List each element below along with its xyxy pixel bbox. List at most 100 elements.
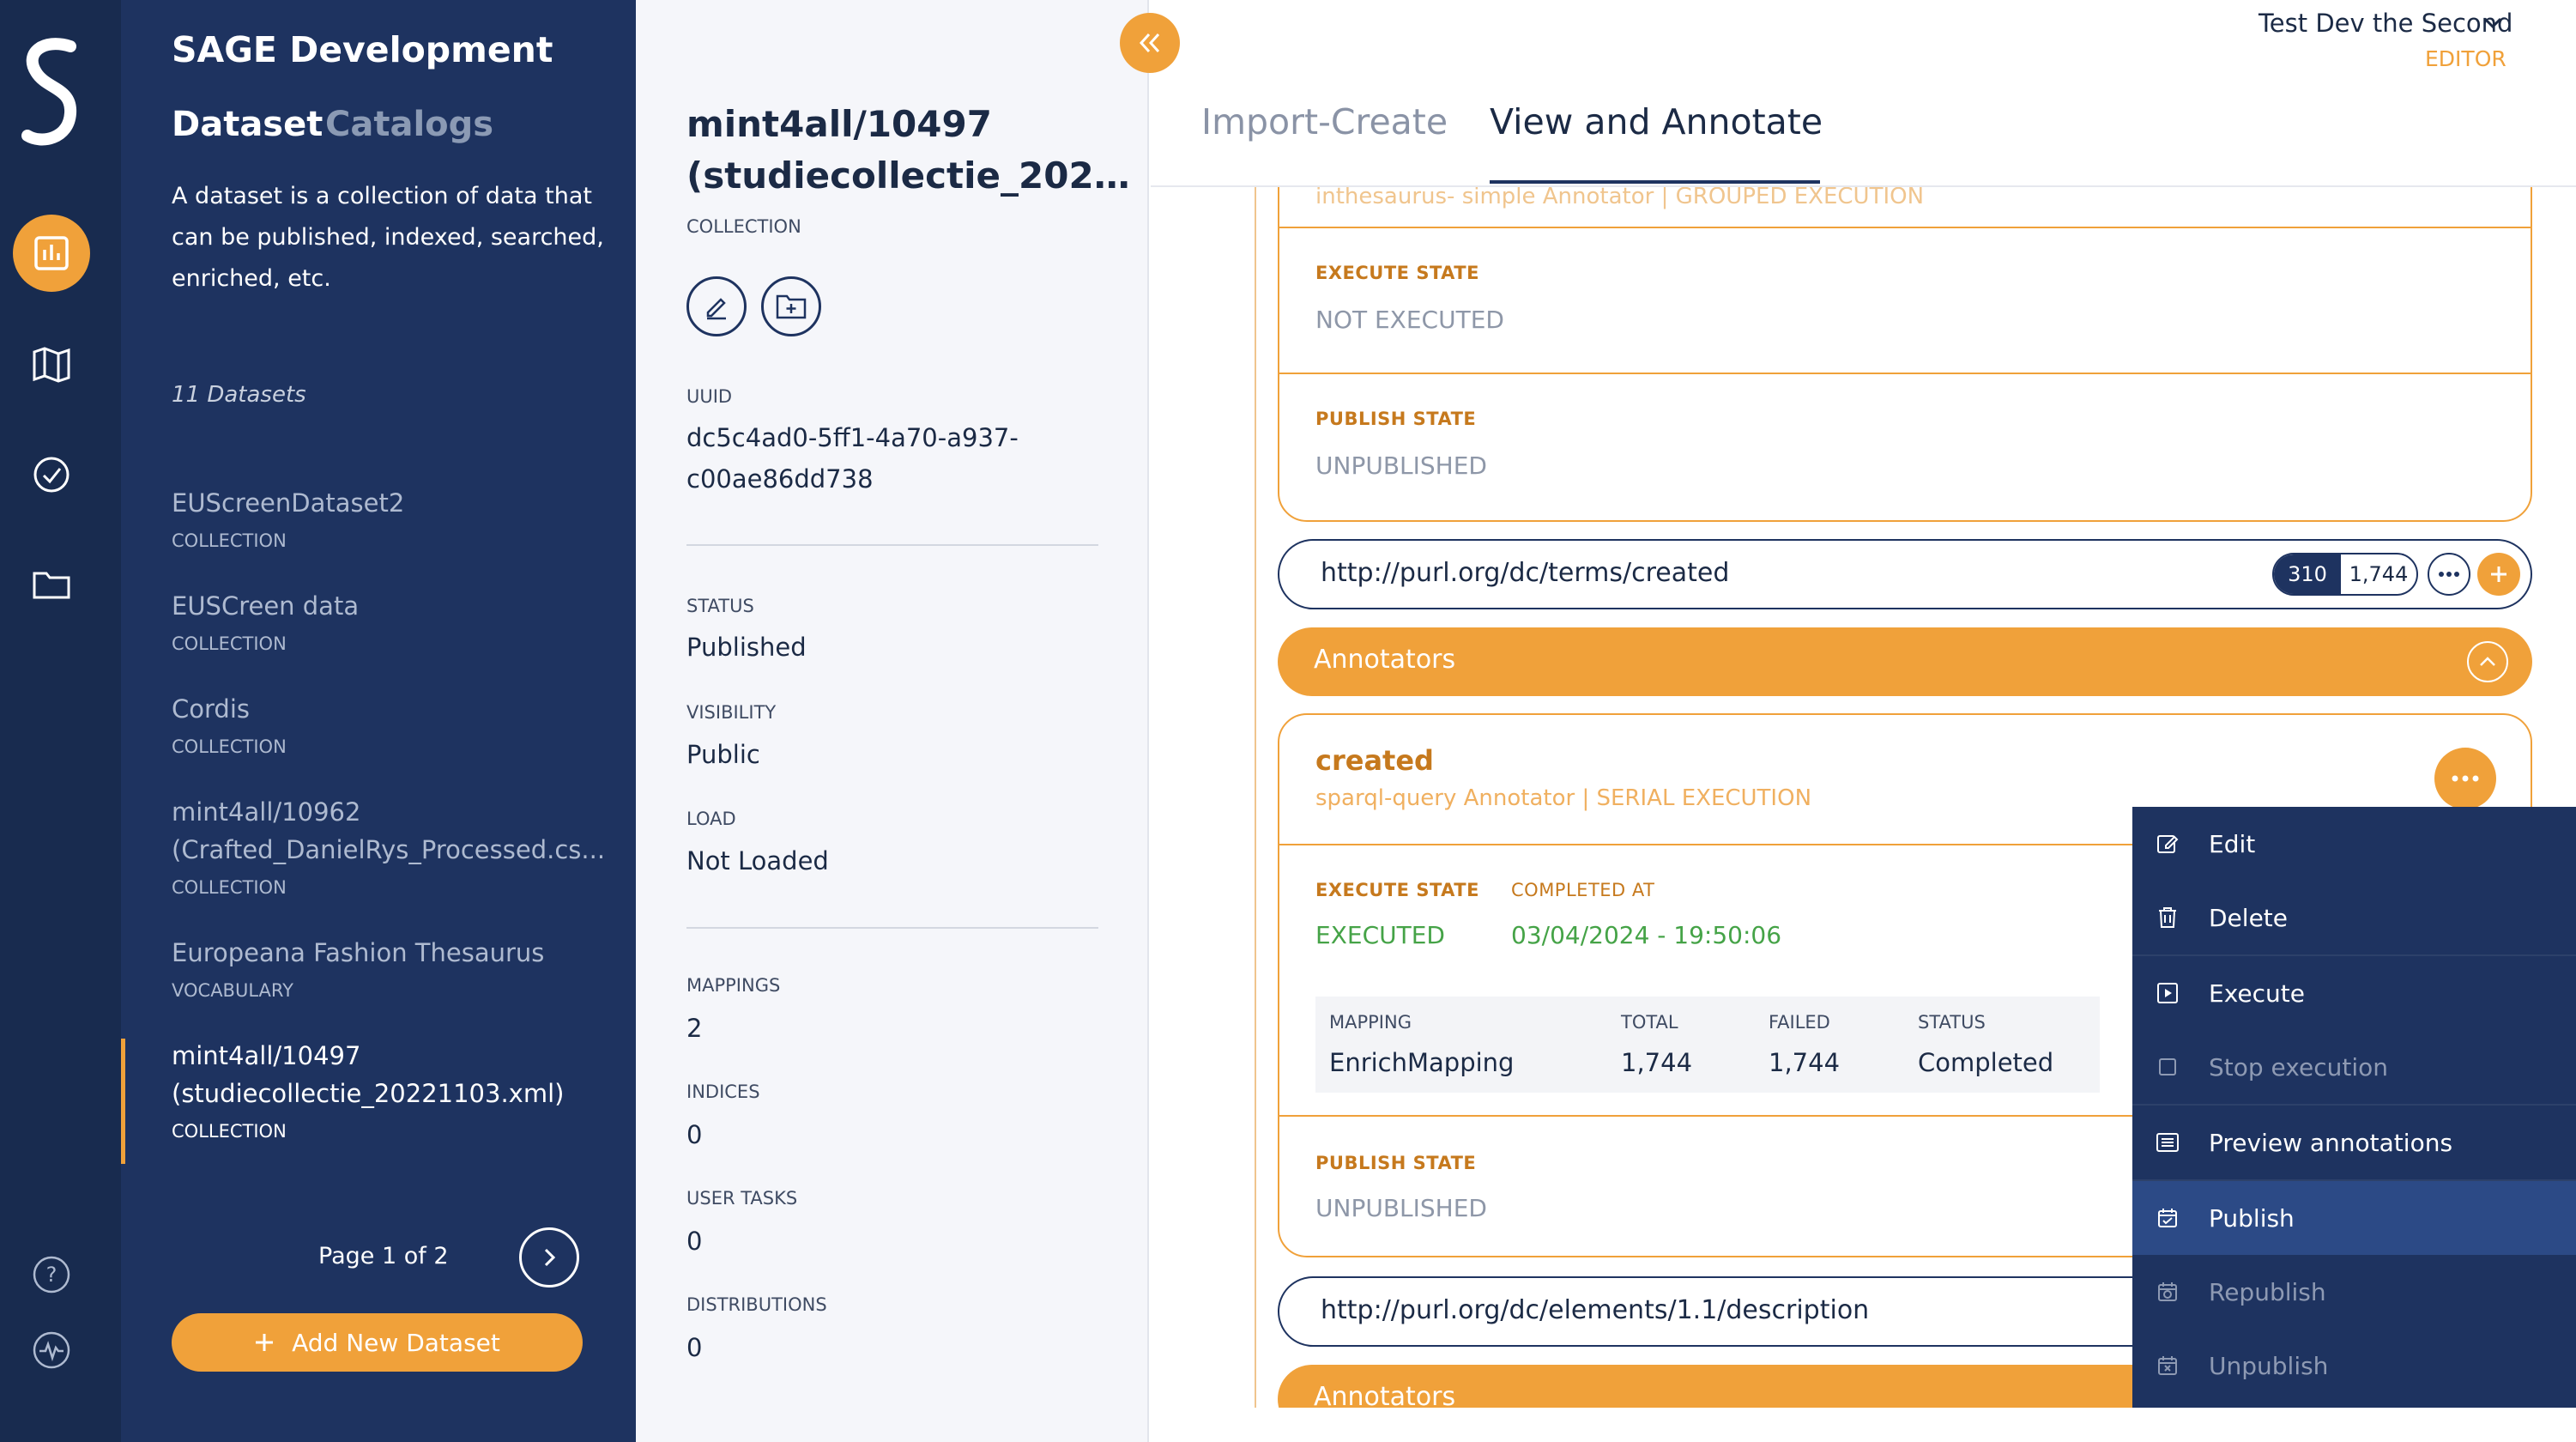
add-dataset-label: Add New Dataset xyxy=(292,1328,500,1357)
help-icon[interactable]: ? xyxy=(13,1236,90,1313)
menu-item-execute[interactable]: Execute xyxy=(2132,956,2576,1030)
dataset-item[interactable]: Cordis COLLECTION xyxy=(172,690,609,757)
add-to-folder-button[interactable] xyxy=(761,276,821,336)
annotator-options-button[interactable] xyxy=(2434,748,2496,809)
stop-icon xyxy=(2155,1054,2180,1080)
visibility-value: Public xyxy=(686,740,760,769)
dataset-type: COLLECTION xyxy=(172,736,287,757)
distributions-label: DISTRIBUTIONS xyxy=(686,1294,827,1315)
chevron-down-icon[interactable] xyxy=(2482,12,2504,34)
edit-dataset-button[interactable] xyxy=(686,276,747,336)
dataset-name: EUSCreen data xyxy=(172,591,360,621)
menu-item-unpublish[interactable]: Unpublish xyxy=(2132,1329,2576,1403)
collapse-panel-button[interactable] xyxy=(1120,13,1180,73)
dataset-item-active[interactable]: mint4all/10497 (studiecollectie_20221103… xyxy=(172,1037,609,1142)
tree-connector xyxy=(1255,187,1256,1408)
tab-import-create[interactable]: Import-Create xyxy=(1201,101,1448,142)
publish-state-value: UNPUBLISHED xyxy=(1315,1194,1487,1222)
chevrons-left-icon xyxy=(1139,33,1160,53)
tab-catalogs[interactable]: Catalogs xyxy=(325,105,493,144)
bottom-strip xyxy=(1151,1408,2576,1442)
pagination-label: Page 1 of 2 xyxy=(318,1243,449,1269)
plus-icon xyxy=(256,1334,274,1351)
table-cell-mapping: EnrichMapping xyxy=(1329,1048,1515,1077)
next-page-button[interactable] xyxy=(519,1227,579,1288)
property-uri: http://purl.org/dc/terms/created xyxy=(1321,558,1730,588)
status-value: Published xyxy=(686,633,807,662)
mapping-table: MAPPING TOTAL FAILED STATUS EnrichMappin… xyxy=(1315,997,2100,1093)
icon-rail: ? xyxy=(0,0,121,1442)
table-header-status: STATUS xyxy=(1918,1012,1986,1033)
tab-view-annotate[interactable]: View and Annotate xyxy=(1490,101,1823,142)
menu-item-stop-execution[interactable]: Stop execution xyxy=(2132,1030,2576,1104)
annotator-title: created xyxy=(1315,744,1434,777)
calendar-refresh-icon xyxy=(2155,1279,2180,1305)
status-label: STATUS xyxy=(686,596,754,616)
user-tasks-value: 0 xyxy=(686,1227,703,1256)
divider xyxy=(686,927,1098,929)
card-divider xyxy=(1279,227,2531,228)
dataset-title-line2: (studiecollectie_202211... xyxy=(686,154,1133,197)
count-badge: 310 1,744 xyxy=(2272,553,2418,596)
menu-item-preview-annotations[interactable]: Preview annotations xyxy=(2132,1106,2576,1179)
folder-plus-icon xyxy=(776,294,807,319)
check-circle-icon[interactable] xyxy=(13,436,90,513)
count-total: 1,744 xyxy=(2349,562,2409,586)
dataset-sidebar: SAGE Development Dataset Catalogs A data… xyxy=(121,0,636,1442)
menu-item-republish[interactable]: Republish xyxy=(2132,1255,2576,1329)
uuid-value-line1: dc5c4ad0-5ff1-4a70-a937- xyxy=(686,423,1019,452)
menu-item-delete[interactable]: Delete xyxy=(2132,881,2576,954)
dataset-name-line1: mint4all/10962 xyxy=(172,797,361,827)
dataset-type: COLLECTION xyxy=(172,877,287,898)
count-annotated: 310 xyxy=(2274,554,2341,594)
more-options-button[interactable] xyxy=(2428,553,2470,596)
map-icon[interactable] xyxy=(13,326,90,403)
collapse-annotators-button[interactable] xyxy=(2467,641,2508,682)
dataset-name: Cordis xyxy=(172,694,250,724)
user-role: EDITOR xyxy=(2425,46,2506,71)
table-header-mapping: MAPPING xyxy=(1329,1012,1412,1033)
add-dataset-button[interactable]: Add New Dataset xyxy=(172,1313,583,1372)
property-row[interactable]: http://purl.org/dc/terms/created 310 1,7… xyxy=(1278,539,2532,609)
uuid-label: UUID xyxy=(686,386,733,407)
uuid-value-line2: c00ae86dd738 xyxy=(686,464,874,494)
menu-item-label: Unpublish xyxy=(2209,1351,2329,1380)
execute-state-label: EXECUTE STATE xyxy=(1315,263,1479,283)
add-annotator-button[interactable] xyxy=(2477,553,2520,596)
annotator-card: inthesaurus- simple Annotator | GROUPED … xyxy=(1278,187,2532,522)
sidebar-description: A dataset is a collection of data that c… xyxy=(172,183,604,292)
edit-icon xyxy=(2155,831,2180,857)
menu-item-edit[interactable]: Edit xyxy=(2132,807,2576,881)
table-cell-failed: 1,744 xyxy=(1769,1048,1841,1077)
dataset-name-line2: (studiecollectie_20221103.xml) xyxy=(172,1079,565,1108)
annotators-label: Annotators xyxy=(1314,645,1456,675)
active-indicator xyxy=(121,1039,125,1164)
table-header-failed: FAILED xyxy=(1769,1012,1830,1033)
divider xyxy=(686,544,1098,546)
menu-item-publish[interactable]: Publish xyxy=(2132,1181,2576,1255)
play-icon xyxy=(2155,980,2180,1006)
activity-icon[interactable] xyxy=(13,1312,90,1389)
logo-icon[interactable] xyxy=(17,34,86,154)
list-icon xyxy=(2155,1130,2180,1155)
load-label: LOAD xyxy=(686,809,736,829)
mappings-value: 2 xyxy=(686,1014,703,1043)
tab-dataset[interactable]: Dataset xyxy=(172,105,323,144)
visibility-label: VISIBILITY xyxy=(686,702,777,723)
chevron-up-icon xyxy=(2480,657,2495,666)
dataset-icon[interactable] xyxy=(13,215,90,292)
menu-item-label: Publish xyxy=(2209,1203,2295,1233)
table-header-total: TOTAL xyxy=(1621,1012,1678,1033)
publish-state-value: UNPUBLISHED xyxy=(1315,451,1487,480)
user-tasks-label: USER TASKS xyxy=(686,1188,798,1209)
completed-at-label: COMPLETED AT xyxy=(1511,880,1655,900)
dataset-item[interactable]: EUScreenDataset2 COLLECTION xyxy=(172,484,609,551)
dataset-item[interactable]: mint4all/10962 (Crafted_DanielRys_Proces… xyxy=(172,793,609,898)
dataset-item[interactable]: EUSCreen data COLLECTION xyxy=(172,587,609,654)
folder-icon[interactable] xyxy=(13,546,90,623)
dataset-item[interactable]: Europeana Fashion Thesaurus VOCABULARY xyxy=(172,934,609,1001)
menu-item-label: Stop execution xyxy=(2209,1052,2389,1082)
publish-state-label: PUBLISH STATE xyxy=(1315,1153,1477,1173)
user-menu-name[interactable]: Test Dev the Second xyxy=(2259,9,2513,38)
annotators-header[interactable]: Annotators xyxy=(1278,627,2532,696)
